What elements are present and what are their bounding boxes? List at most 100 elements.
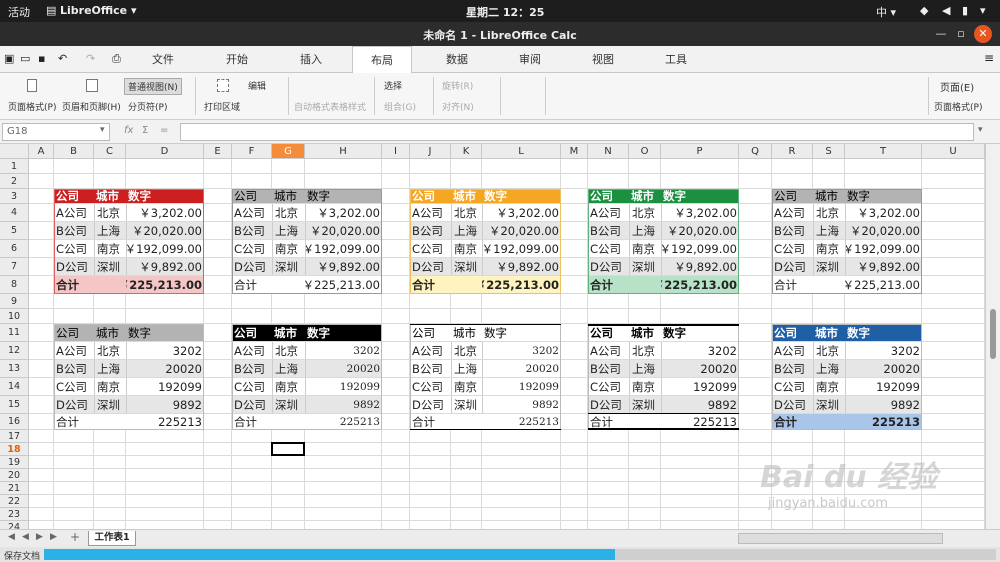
input-method-indicator[interactable]: 中 ▾ bbox=[876, 4, 896, 20]
bottom-table-3-data-cell[interactable]: 3202 bbox=[661, 342, 739, 359]
column-header-P[interactable]: P bbox=[661, 144, 739, 159]
row-header-3[interactable]: 3 bbox=[0, 189, 29, 204]
bottom-table-0-data-cell[interactable]: B公司 bbox=[54, 360, 94, 377]
row-header-22[interactable]: 22 bbox=[0, 495, 29, 508]
column-header-O[interactable]: O bbox=[629, 144, 661, 159]
column-header-E[interactable]: E bbox=[204, 144, 232, 159]
tab-3[interactable]: 布局 bbox=[352, 46, 412, 74]
top-table-4-data-cell[interactable]: D公司 bbox=[772, 258, 813, 275]
row-header-21[interactable]: 21 bbox=[0, 482, 29, 495]
bottom-table-1-header-cell[interactable]: 公司 bbox=[232, 324, 272, 341]
top-table-4-total-cell[interactable]: 合计 bbox=[772, 276, 813, 293]
column-header-D[interactable]: D bbox=[126, 144, 204, 159]
bottom-table-1-data-cell[interactable]: 9892 bbox=[305, 396, 382, 413]
tab-0[interactable]: 文件 bbox=[133, 46, 193, 73]
row-header-11[interactable]: 11 bbox=[0, 324, 29, 342]
column-header-Q[interactable]: Q bbox=[739, 144, 772, 159]
column-header-M[interactable]: M bbox=[561, 144, 588, 159]
save-icon[interactable]: ▪ bbox=[38, 52, 45, 65]
top-table-0-data-cell[interactable]: C公司 bbox=[54, 240, 94, 257]
column-header-I[interactable]: I bbox=[382, 144, 410, 159]
volume-icon[interactable]: ◀ bbox=[942, 4, 950, 17]
row-header-13[interactable]: 13 bbox=[0, 360, 29, 378]
bottom-table-3-data-cell[interactable]: 北京 bbox=[629, 342, 661, 359]
bottom-table-3-total-cell[interactable] bbox=[629, 414, 661, 429]
top-table-2-data-cell[interactable]: 深圳 bbox=[451, 258, 482, 275]
top-table-2-data-cell[interactable]: A公司 bbox=[410, 204, 451, 221]
top-table-1-data-cell[interactable]: B公司 bbox=[232, 222, 272, 239]
bottom-table-4-total-cell[interactable]: 225213 bbox=[845, 414, 922, 429]
top-table-0-data-cell[interactable]: ￥9,892.00 bbox=[126, 258, 204, 275]
autoformat-button[interactable]: 自动格式表格样式 bbox=[294, 100, 366, 113]
top-table-2-data-cell[interactable]: ￥20,020.00 bbox=[482, 222, 561, 239]
tab-6[interactable]: 视图 bbox=[575, 46, 631, 73]
bottom-table-2-data-cell[interactable]: D公司 bbox=[410, 396, 451, 413]
maximize-button[interactable]: ▫ bbox=[952, 25, 970, 43]
page-menu-button[interactable]: 页面(E) bbox=[940, 79, 974, 94]
bottom-table-1-data-cell[interactable]: 3202 bbox=[305, 342, 382, 359]
sum-icon[interactable]: Σ bbox=[142, 125, 148, 136]
top-table-1-header-cell[interactable]: 城市 bbox=[272, 189, 305, 203]
name-box[interactable]: G18 bbox=[2, 123, 110, 141]
add-sheet-icon[interactable]: + bbox=[70, 530, 80, 544]
bottom-table-0-total-cell[interactable] bbox=[94, 414, 126, 429]
normal-view-button[interactable]: 普通视图(N) bbox=[124, 78, 182, 95]
top-table-1-header-cell[interactable]: 公司 bbox=[232, 189, 272, 203]
rotate-button[interactable]: 旋转(R) bbox=[442, 79, 473, 92]
bottom-table-1-data-cell[interactable]: C公司 bbox=[232, 378, 272, 395]
clock[interactable]: 星期二 12：25 bbox=[466, 4, 544, 20]
bottom-table-0-data-cell[interactable]: 南京 bbox=[94, 378, 126, 395]
row-header-1[interactable]: 1 bbox=[0, 159, 29, 174]
bottom-table-0-data-cell[interactable]: D公司 bbox=[54, 396, 94, 413]
bottom-table-2-header-cell[interactable]: 城市 bbox=[451, 324, 482, 341]
system-menu-icon[interactable]: ▾ bbox=[980, 4, 986, 17]
bottom-table-1-total-cell[interactable]: 225213 bbox=[305, 414, 382, 429]
top-table-3-total-cell[interactable]: 合计 bbox=[588, 276, 629, 293]
page-break-button[interactable]: 分页符(P) bbox=[128, 100, 167, 113]
row-header-7[interactable]: 7 bbox=[0, 258, 29, 276]
column-header-C[interactable]: C bbox=[94, 144, 126, 159]
top-table-1-total-cell[interactable]: ￥225,213.00 bbox=[305, 276, 382, 293]
bottom-table-3-data-cell[interactable]: 192099 bbox=[661, 378, 739, 395]
top-table-0-header-cell[interactable]: 城市 bbox=[94, 189, 126, 203]
row-header-5[interactable]: 5 bbox=[0, 222, 29, 240]
formula-input[interactable] bbox=[180, 123, 974, 141]
page-format-right-button[interactable]: 页面格式(P) bbox=[934, 100, 982, 113]
bottom-table-2-data-cell[interactable]: 深圳 bbox=[451, 396, 482, 413]
sheet-tab[interactable]: 工作表1 bbox=[88, 531, 136, 546]
top-table-4-header-cell[interactable]: 城市 bbox=[813, 189, 845, 203]
bottom-table-2-data-cell[interactable]: C公司 bbox=[410, 378, 451, 395]
bottom-table-3-data-cell[interactable]: B公司 bbox=[588, 360, 629, 377]
bottom-table-2-total-cell[interactable]: 合计 bbox=[410, 414, 451, 429]
row-header-23[interactable]: 23 bbox=[0, 508, 29, 521]
bottom-table-1-data-cell[interactable]: 南京 bbox=[272, 378, 305, 395]
battery-icon[interactable]: ▮ bbox=[962, 4, 968, 17]
open-icon[interactable]: ▭ bbox=[20, 52, 30, 65]
network-icon[interactable]: ◆ bbox=[920, 4, 928, 17]
row-header-15[interactable]: 15 bbox=[0, 396, 29, 414]
row-header-16[interactable]: 16 bbox=[0, 414, 29, 430]
column-header-R[interactable]: R bbox=[772, 144, 813, 159]
bottom-table-2-data-cell[interactable]: 上海 bbox=[451, 360, 482, 377]
bottom-table-0-header-cell[interactable]: 公司 bbox=[54, 324, 94, 341]
horizontal-scrollbar[interactable] bbox=[738, 533, 943, 544]
column-header-T[interactable]: T bbox=[845, 144, 922, 159]
top-table-3-data-cell[interactable]: D公司 bbox=[588, 258, 629, 275]
bottom-table-4-data-cell[interactable]: 南京 bbox=[813, 378, 845, 395]
top-table-2-total-cell[interactable]: 合计 bbox=[410, 276, 451, 293]
top-table-0-header-cell[interactable]: 公司 bbox=[54, 189, 94, 203]
row-header-2[interactable]: 2 bbox=[0, 174, 29, 189]
top-table-4-header-cell[interactable]: 公司 bbox=[772, 189, 813, 203]
bottom-table-0-data-cell[interactable]: A公司 bbox=[54, 342, 94, 359]
top-table-4-data-cell[interactable]: ￥3,202.00 bbox=[845, 204, 922, 221]
name-box-dropdown-icon[interactable]: ▾ bbox=[100, 125, 105, 135]
top-table-4-data-cell[interactable]: 北京 bbox=[813, 204, 845, 221]
column-header-G[interactable]: G bbox=[272, 144, 305, 159]
top-table-4-data-cell[interactable]: C公司 bbox=[772, 240, 813, 257]
top-table-0-data-cell[interactable]: ￥3,202.00 bbox=[126, 204, 204, 221]
top-table-2-total-cell[interactable] bbox=[451, 276, 482, 293]
header-footer-button[interactable]: 页眉和页脚(H) bbox=[62, 100, 121, 113]
bottom-table-1-data-cell[interactable]: A公司 bbox=[232, 342, 272, 359]
bottom-table-0-header-cell[interactable]: 数字 bbox=[126, 324, 204, 341]
bottom-table-1-data-cell[interactable]: D公司 bbox=[232, 396, 272, 413]
